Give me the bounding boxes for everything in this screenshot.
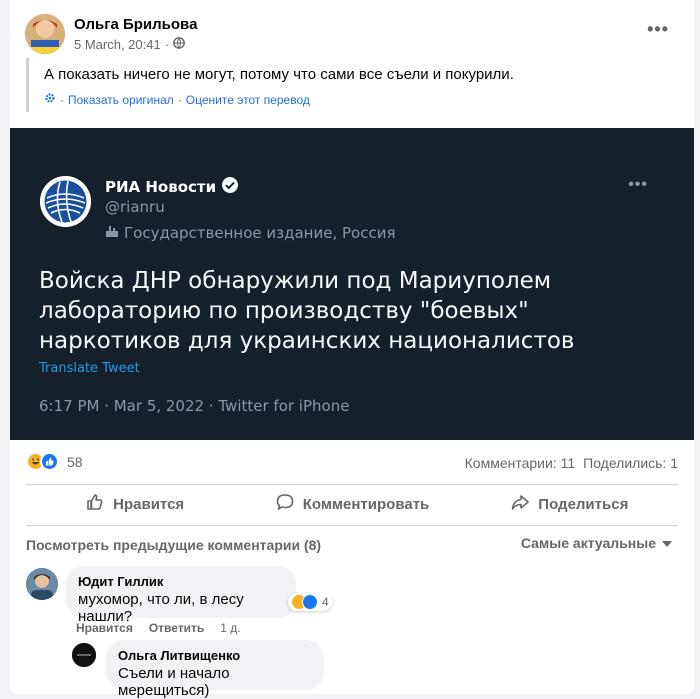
translation-row: · Показать оригинал · Оцените этот перев… <box>44 92 310 107</box>
comment-time[interactable]: 1 д. <box>220 621 240 635</box>
comment-button[interactable]: Комментировать <box>243 488 460 520</box>
comment-label: Комментировать <box>302 495 430 513</box>
author-name[interactable]: Ольга Брильова <box>74 16 197 33</box>
separator: · <box>60 92 64 107</box>
tweet-timestamp[interactable]: 6:17 PM · Mar 5, 2022 · Twitter for iPho… <box>39 397 349 415</box>
commenter-avatar[interactable] <box>26 568 58 600</box>
comment-bubble: Юдит Гиллик мухомор, что ли, в лесу нашл… <box>66 566 296 625</box>
comment-sort-dropdown[interactable]: Самые актуальные <box>521 535 672 551</box>
like-reaction-icon <box>302 594 318 610</box>
tweet-account-name[interactable]: РИА Новости <box>105 176 239 198</box>
comment-reaction-count: 4 <box>322 595 329 609</box>
share-label: Поделиться <box>538 495 629 513</box>
tweet-account-label: РИА Новости <box>105 178 217 196</box>
tweet-options-button[interactable]: ••• <box>628 176 648 194</box>
like-button[interactable]: Нравится <box>26 488 243 520</box>
reaction-count: 58 <box>67 453 83 470</box>
comment-icon <box>275 492 295 516</box>
tweet-text: Войска ДНР обнаружили под Мариуполем лаб… <box>39 268 575 354</box>
post-card: Ольга Брильова 5 March, 20:41 · ••• А по… <box>10 0 694 699</box>
post-header: Ольга Брильова 5 March, 20:41 · ••• <box>25 14 679 56</box>
separator: · <box>177 92 182 107</box>
comment-like-link[interactable]: Нравится <box>76 621 133 635</box>
author-avatar[interactable] <box>25 14 65 54</box>
sort-label: Самые актуальные <box>520 535 656 551</box>
reply-bubble: Ольга Литвищенко Съели и начало мерещить… <box>106 640 324 699</box>
post-options-button[interactable]: ••• <box>647 20 669 38</box>
meta-separator: · <box>164 37 170 52</box>
like-reaction-icon <box>40 452 59 471</box>
share-button[interactable]: Поделиться <box>461 488 678 520</box>
embedded-tweet[interactable]: РИА Новости @rianru Государственное изда… <box>10 128 694 440</box>
share-count-link[interactable]: Поделились: 1 <box>583 455 678 471</box>
rate-translation-link[interactable]: Оцените этот перевод <box>186 93 310 107</box>
state-media-text: Государственное издание, Россия <box>124 224 396 242</box>
post-meta: 5 March, 20:41 · <box>74 37 185 52</box>
post-date[interactable]: 5 March, 20:41 <box>74 37 161 52</box>
caret-down-icon <box>662 535 672 551</box>
commenter-name[interactable]: Юдит Гиллик <box>78 574 284 589</box>
thumbs-up-icon <box>85 492 105 516</box>
show-original-link[interactable]: Показать оригинал <box>68 93 174 107</box>
comment-reactions[interactable]: 4 <box>288 593 332 611</box>
view-previous-comments-link[interactable]: Посмотреть предыдущие комментарии (8) <box>26 537 321 553</box>
post-text: А показать ничего не могут, потому что с… <box>44 66 514 83</box>
gear-icon <box>44 92 56 107</box>
commenter-name[interactable]: Ольга Литвищенко <box>118 648 312 663</box>
comment-reply-link[interactable]: Ответить <box>149 621 204 635</box>
reaction-summary[interactable]: 58 <box>26 452 83 471</box>
state-media-label[interactable]: Государственное издание, Россия <box>105 224 395 242</box>
action-bar: Нравится Комментировать Поделиться <box>26 488 678 520</box>
comment-count-link[interactable]: Комментарии: 11 <box>465 455 576 471</box>
comment-actions: Нравится Ответить 1 д. <box>76 621 241 635</box>
podium-icon <box>105 224 119 242</box>
commenter-avatar[interactable] <box>72 643 96 667</box>
post-stats: Комментарии: 11 Поделились: 1 <box>465 455 678 471</box>
translate-tweet-link[interactable]: Translate Tweet <box>39 361 140 376</box>
divider <box>26 525 678 526</box>
verified-icon <box>221 176 239 198</box>
ria-logo[interactable] <box>40 176 91 227</box>
quote-bar <box>26 58 29 112</box>
share-icon <box>510 492 530 516</box>
divider <box>26 484 678 485</box>
like-label: Нравится <box>113 495 185 513</box>
tweet-handle[interactable]: @rianru <box>105 198 165 216</box>
globe-icon <box>173 37 185 52</box>
comment-text: мухомор, что ли, в лесу нашли? <box>78 591 244 625</box>
